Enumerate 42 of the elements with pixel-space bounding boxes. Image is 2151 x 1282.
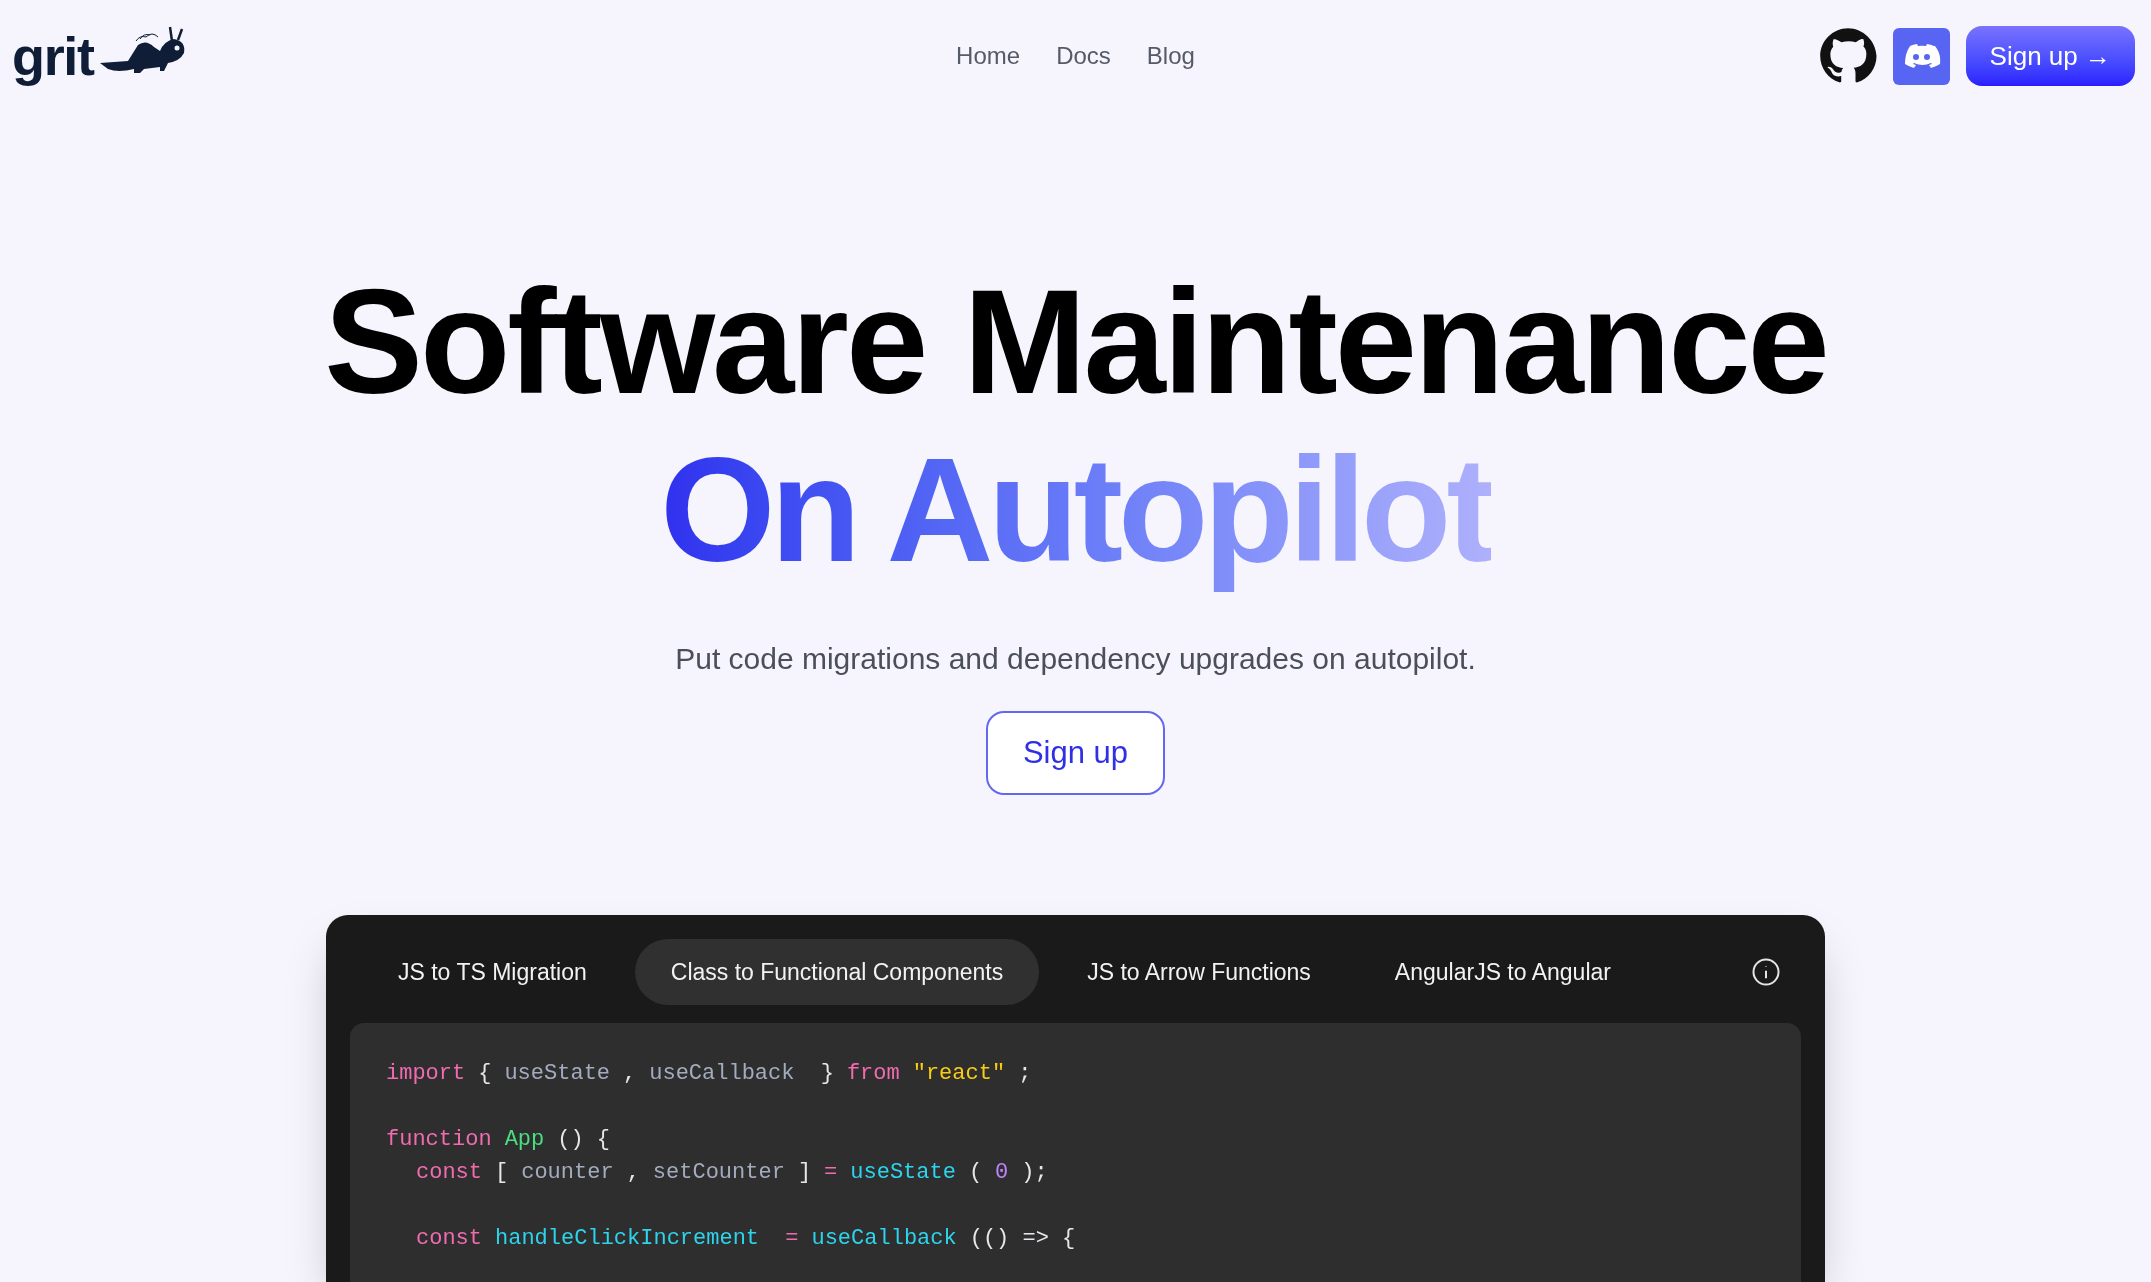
github-icon[interactable]	[1818, 27, 1877, 85]
code-token: App	[504, 1126, 545, 1154]
code-token: useState	[504, 1060, 611, 1088]
code-token: import	[386, 1060, 466, 1088]
code-token: () {	[557, 1126, 611, 1154]
code-token: useState	[850, 1159, 956, 1187]
code-token: counter	[521, 1159, 614, 1187]
code-token: =	[784, 1225, 799, 1253]
sign-up-outline-button[interactable]: Sign up	[986, 711, 1165, 795]
code-token: ,	[623, 1060, 637, 1088]
code-token: const	[416, 1225, 482, 1253]
code-token: useCallback	[811, 1225, 957, 1253]
code-token: (() => {	[969, 1225, 1076, 1253]
code-token: 0	[995, 1159, 1009, 1187]
discord-icon[interactable]	[1892, 27, 1950, 85]
code-token: ,	[626, 1159, 640, 1187]
code-token: [	[495, 1159, 509, 1187]
migration-tab[interactable]: AngularJS to Angular	[1358, 939, 1647, 1005]
migration-tab[interactable]: Class to Functional Components	[634, 939, 1040, 1005]
code-token: from	[846, 1060, 900, 1088]
code-token: );	[1021, 1159, 1048, 1187]
nav-link[interactable]: Home	[956, 38, 1021, 74]
code-token: ]	[797, 1159, 812, 1187]
code-token: setCounter	[652, 1159, 785, 1187]
code-token: handleClickIncrement	[495, 1225, 760, 1253]
info-icon[interactable]	[1751, 957, 1781, 987]
code-token: const	[416, 1159, 482, 1187]
code-token: {	[478, 1060, 492, 1088]
code-token: =	[824, 1159, 838, 1187]
code-token: function	[386, 1126, 492, 1154]
sign-up-button[interactable]: Sign up →	[1965, 26, 2135, 86]
code-token: }	[819, 1060, 834, 1088]
hero-title: Software Maintenance	[324, 262, 1827, 422]
nav-link[interactable]: Docs	[1056, 38, 1111, 74]
hero-subtitle: Put code migrations and dependency upgrades on autopilot.	[675, 641, 1476, 677]
nav-link[interactable]: Blog	[1146, 38, 1195, 74]
code-token: ;	[1018, 1060, 1032, 1088]
code-token: "react"	[912, 1060, 1006, 1088]
code-token: useCallback	[649, 1060, 795, 1088]
migration-tab[interactable]: JS to Arrow Functions	[1051, 939, 1347, 1005]
migration-tab[interactable]: JS to TS Migration	[362, 939, 623, 1005]
code-token: (	[968, 1159, 983, 1187]
